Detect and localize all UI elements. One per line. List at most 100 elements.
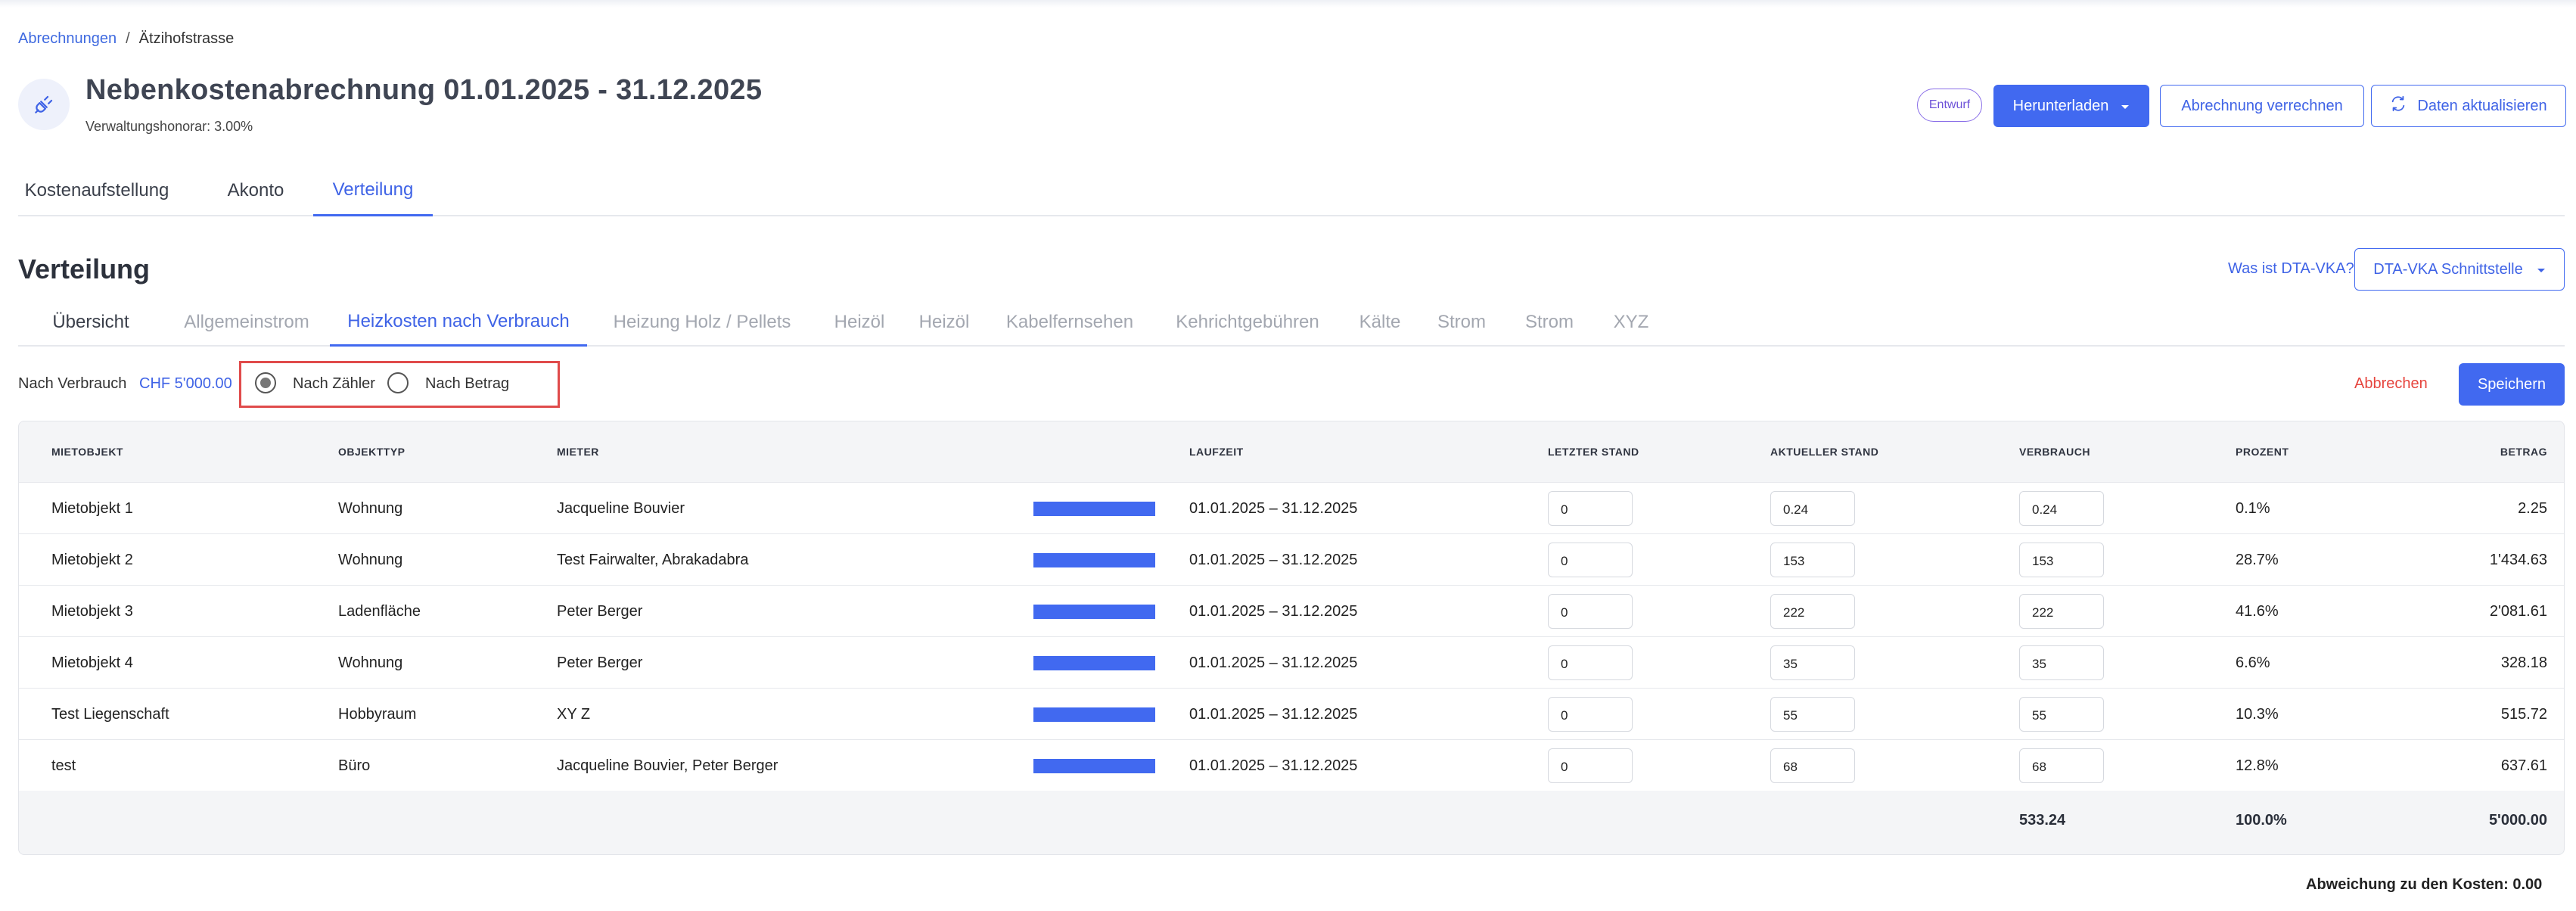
tab-verteilung[interactable]: Verteilung (313, 165, 433, 216)
cell-prozent: 12.8% (2236, 757, 2279, 774)
current-reading-input[interactable]: 68 (1770, 748, 1855, 783)
table-row: Mietobjekt 3 Ladenfläche Peter Berger 01… (19, 585, 2564, 636)
col-header-mieter: MIETER (557, 446, 599, 458)
col-header-objekttyp: OBJEKTTYP (338, 446, 406, 458)
cell-mietobjekt: Mietobjekt 2 (51, 552, 133, 568)
plug-icon (18, 79, 70, 130)
distribution-mode-label: Nach Verbrauch (18, 375, 127, 392)
cell-objekttyp: Hobbyraum (338, 706, 417, 723)
subtab-uebersicht[interactable]: Übersicht (18, 298, 163, 347)
usage-input[interactable]: 35 (2019, 645, 2104, 680)
subtab-heizoel-1[interactable]: Heizöl (817, 298, 902, 347)
subtab-strom-1[interactable]: Strom (1418, 298, 1506, 347)
period-bar (1033, 553, 1155, 567)
dta-interface-label: DTA-VKA Schnittstelle (2373, 260, 2523, 278)
subtab-heizkosten-verbrauch[interactable]: Heizkosten nach Verbrauch (330, 298, 587, 347)
subtab-xyz[interactable]: XYZ (1593, 298, 1669, 347)
cell-prozent: 10.3% (2236, 706, 2279, 723)
cell-betrag: 328.18 (2500, 654, 2547, 671)
cell-mieter: Peter Berger (557, 603, 643, 620)
current-reading-input[interactable]: 153 (1770, 543, 1855, 577)
cell-betrag: 515.72 (2500, 706, 2547, 723)
last-reading-input[interactable]: 0 (1548, 697, 1633, 732)
caret-down-icon (2121, 98, 2130, 115)
total-amount: 5'000.00 (2488, 812, 2547, 829)
page-title: Nebenkostenabrechnung 01.01.2025 - 31.12… (85, 74, 763, 106)
subtab-heizung-holz-pellets[interactable]: Heizung Holz / Pellets (587, 298, 817, 347)
subtab-kaelte[interactable]: Kälte (1342, 298, 1418, 347)
cell-betrag: 1'434.63 (2489, 552, 2547, 568)
subtab-kabelfernsehen[interactable]: Kabelfernsehen (987, 298, 1153, 347)
col-header-aktueller-stand: AKTUELLER STAND (1770, 446, 1879, 458)
usage-input[interactable]: 153 (2019, 543, 2104, 577)
last-reading-input[interactable]: 0 (1548, 543, 1633, 577)
radio-nach-betrag-label[interactable]: Nach Betrag (425, 375, 509, 393)
table-row: Test Liegenschaft Hobbyraum XY Z 01.01.2… (19, 688, 2564, 739)
tab-kostenaufstellung[interactable]: Kostenaufstellung (18, 165, 176, 216)
cell-mieter: Test Fairwalter, Abrakadabra (557, 552, 749, 568)
breadcrumb-link-abrechnungen[interactable]: Abrechnungen (18, 30, 117, 48)
col-header-verbrauch: VERBRAUCH (2019, 446, 2090, 458)
breadcrumb-current: Ätzihofstrasse (138, 30, 235, 47)
refresh-data-label: Daten aktualisieren (2417, 97, 2547, 114)
period-bar (1033, 605, 1155, 619)
breadcrumb-separator: / (126, 30, 130, 47)
refresh-data-button[interactable]: Daten aktualisieren (2371, 85, 2566, 127)
subtab-allgemeinstrom[interactable]: Allgemeinstrom (163, 298, 330, 347)
dta-interface-button[interactable]: DTA-VKA Schnittstelle (2354, 248, 2565, 291)
cell-objekttyp: Wohnung (338, 654, 403, 671)
last-reading-input[interactable]: 0 (1548, 645, 1633, 680)
last-reading-input[interactable]: 0 (1548, 748, 1633, 783)
status-badge: Entwurf (1917, 89, 1982, 122)
cell-prozent: 41.6% (2236, 603, 2279, 620)
period-bar (1033, 502, 1155, 516)
cell-objekttyp: Büro (338, 757, 371, 774)
current-reading-input[interactable]: 0.24 (1770, 491, 1855, 526)
cell-laufzeit: 01.01.2025 – 31.12.2025 (1189, 500, 1358, 517)
col-header-letzter-stand: LETZTER STAND (1548, 446, 1639, 458)
radio-nach-betrag[interactable] (387, 372, 409, 393)
cell-objekttyp: Ladenfläche (338, 603, 421, 620)
last-reading-input[interactable]: 0 (1548, 491, 1633, 526)
cell-prozent: 6.6% (2236, 654, 2270, 671)
col-header-laufzeit: LAUFZEIT (1189, 446, 1244, 458)
period-bar (1033, 707, 1155, 722)
tab-akonto[interactable]: Akonto (218, 165, 294, 216)
cell-mieter: XY Z (557, 706, 591, 723)
cell-mietobjekt: test (51, 757, 76, 774)
subtab-kehrichtgebuehren[interactable]: Kehrichtgebühren (1153, 298, 1342, 347)
current-reading-input[interactable]: 222 (1770, 594, 1855, 629)
usage-input[interactable]: 222 (2019, 594, 2104, 629)
distribution-table: MIETOBJEKT OBJEKTTYP MIETER LAUFZEIT LET… (18, 421, 2565, 855)
period-bar (1033, 656, 1155, 670)
cell-mietobjekt: Test Liegenschaft (51, 706, 169, 723)
cell-betrag: 2.25 (2518, 500, 2547, 517)
total-percent: 100.0% (2236, 812, 2287, 829)
subtab-strom-2[interactable]: Strom (1506, 298, 1593, 347)
radio-nach-zaehler-label[interactable]: Nach Zähler (293, 375, 375, 393)
cell-laufzeit: 01.01.2025 – 31.12.2025 (1189, 654, 1358, 671)
cell-mieter: Jacqueline Bouvier, Peter Berger (557, 757, 778, 774)
cancel-button[interactable]: Abbrechen (2354, 375, 2428, 393)
cell-mieter: Jacqueline Bouvier (557, 500, 685, 517)
main-tabs: Kostenaufstellung Akonto Verteilung (18, 165, 2565, 216)
cell-objekttyp: Wohnung (338, 500, 403, 517)
dta-info-link[interactable]: Was ist DTA-VKA? (2228, 260, 2354, 278)
current-reading-input[interactable]: 35 (1770, 645, 1855, 680)
last-reading-input[interactable]: 0 (1548, 594, 1633, 629)
cell-mieter: Peter Berger (557, 654, 643, 671)
radio-nach-zaehler[interactable] (255, 372, 276, 393)
cell-mietobjekt: Mietobjekt 3 (51, 603, 133, 620)
col-header-betrag: BETRAG (2500, 446, 2547, 458)
usage-input[interactable]: 0.24 (2019, 491, 2104, 526)
subtab-heizoel-2[interactable]: Heizöl (902, 298, 987, 347)
current-reading-input[interactable]: 55 (1770, 697, 1855, 732)
period-bar (1033, 759, 1155, 773)
save-button[interactable]: Speichern (2459, 363, 2565, 406)
usage-input[interactable]: 68 (2019, 748, 2104, 783)
cell-prozent: 28.7% (2236, 552, 2279, 568)
cell-betrag: 637.61 (2500, 757, 2547, 774)
usage-input[interactable]: 55 (2019, 697, 2104, 732)
download-button[interactable]: Herunterladen (1993, 85, 2149, 127)
settle-statement-button[interactable]: Abrechnung verrechnen (2160, 85, 2364, 127)
